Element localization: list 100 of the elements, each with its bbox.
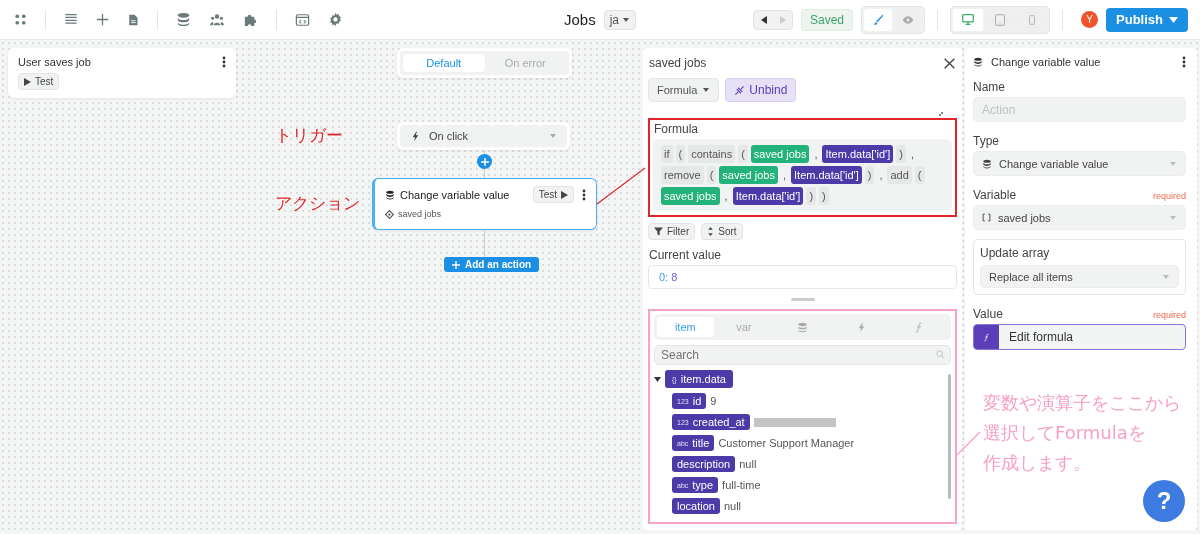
required-label: required — [1152, 191, 1186, 201]
formula-token: ) — [806, 187, 817, 205]
database-icon — [797, 321, 808, 333]
formula-token: Item.data['id'] — [732, 187, 804, 205]
required-label: required — [1152, 310, 1186, 320]
annotation-label: トリガー — [275, 125, 343, 147]
formula-token: , — [878, 168, 884, 183]
help-button[interactable]: ? — [1143, 480, 1185, 522]
formula-token: remove — [661, 166, 704, 184]
binding-mode-dropdown[interactable]: Formula — [648, 78, 720, 102]
branch-tab[interactable]: Default — [403, 54, 485, 72]
expand-toggle[interactable] — [654, 376, 661, 382]
formula-token: Item.data['id'] — [822, 145, 894, 163]
field-value: full-time — [722, 479, 761, 491]
variable-dropdown[interactable]: saved jobs — [973, 205, 1186, 230]
action-card[interactable]: Change variable value Test saved jobs — [372, 178, 597, 230]
play-icon — [561, 190, 568, 199]
formula-label: Formula — [654, 122, 699, 136]
field-label: Variable — [973, 188, 1017, 202]
add-icon — [452, 260, 460, 269]
eye-icon — [901, 13, 916, 26]
action-title: Change variable value — [400, 188, 510, 201]
database-icon — [973, 57, 983, 67]
filter-button[interactable]: Filter — [648, 223, 696, 240]
formula-token: ) — [896, 145, 906, 163]
apps-icon — [14, 13, 27, 26]
panel-title: Change variable value — [991, 56, 1101, 68]
add-icon — [480, 157, 489, 166]
formula-token: add — [887, 166, 912, 184]
database-icon — [176, 12, 191, 27]
more-icon — [1182, 56, 1186, 68]
variable-tag[interactable]: description — [672, 456, 736, 472]
field-label: Value — [973, 307, 1003, 321]
resize-handle[interactable] — [790, 298, 815, 301]
caret-icon — [1169, 214, 1177, 221]
formula-token: , — [723, 189, 729, 204]
phone-icon — [1027, 12, 1038, 27]
update-mode-dropdown[interactable]: Replace all items — [980, 265, 1179, 288]
formula-token: saved jobs — [719, 166, 778, 184]
variable-icon — [385, 209, 394, 219]
caret-icon — [702, 87, 711, 93]
formula-token: ( — [675, 145, 686, 163]
workflow-title: User saves job — [18, 56, 91, 68]
database-icon — [385, 189, 395, 200]
annotation-label: アクション — [275, 193, 360, 215]
tablet-icon — [994, 12, 1007, 27]
forward-icon — [779, 15, 786, 24]
caret-icon — [654, 376, 661, 382]
workflow-card[interactable]: User saves job Test — [8, 48, 236, 98]
formula-token: if — [661, 145, 673, 163]
formula-token: , — [781, 168, 787, 183]
language-dropdown[interactable]: ja — [603, 9, 636, 30]
lightning-icon — [410, 130, 421, 142]
play-icon — [24, 77, 31, 86]
device-tab[interactable] — [953, 8, 984, 31]
array-icon — [982, 213, 991, 222]
brush-icon — [871, 13, 885, 26]
add-icon — [96, 13, 109, 26]
search-field[interactable]: Search — [654, 345, 951, 365]
formula-token: saved jobs — [661, 187, 720, 205]
settings-icon — [328, 12, 343, 27]
edit-mode-tab[interactable] — [864, 8, 893, 31]
edit-formula-button[interactable]: Edit formula — [973, 324, 1186, 350]
formula-token: ( — [914, 166, 925, 184]
formula-token: ( — [738, 145, 748, 163]
variable-tag[interactable]: location — [672, 498, 720, 514]
formula-editor[interactable]: if ( contains ( saved jobs , Item.data['id'] ) , remove ( saved jobs , Item.data['id'] ) , add ( saved jobs , Item.data['id'] ) ) — [653, 139, 952, 211]
users-icon — [209, 12, 225, 27]
test-button[interactable]: Test — [532, 186, 574, 203]
field-value: 9 — [710, 395, 717, 407]
trigger-dropdown[interactable]: On click — [397, 122, 570, 150]
field-value: Customer Support Manager — [718, 437, 855, 449]
formula-token: , — [813, 147, 819, 162]
test-button[interactable]: Test — [18, 73, 60, 90]
caret-icon — [1169, 16, 1178, 23]
formula-token: contains — [688, 145, 736, 163]
more-icon — [222, 56, 226, 68]
field-value: null — [723, 500, 742, 512]
unbind-button[interactable]: Unbind — [725, 78, 797, 102]
function-icon — [982, 332, 991, 342]
close-icon — [944, 57, 955, 69]
formula-token: , — [909, 147, 915, 162]
filter-icon — [654, 227, 663, 236]
formula-token: ) — [819, 187, 829, 205]
back-icon — [760, 15, 767, 24]
annotation-note: 変数や演算子をここから 選択してFormulaを 作成します。 — [983, 391, 1181, 475]
code-icon — [295, 12, 310, 27]
more-icon — [582, 188, 586, 201]
caret-icon — [622, 16, 630, 23]
unlink-icon — [734, 84, 746, 96]
type-dropdown[interactable]: Change variable value — [973, 151, 1186, 176]
formula-token: saved jobs — [750, 145, 810, 163]
add-step-button[interactable] — [477, 154, 492, 169]
panel-title: saved jobs — [649, 56, 707, 70]
page-title: Jobs — [564, 11, 596, 28]
sort-button[interactable]: Sort — [701, 223, 743, 240]
sort-icon — [707, 227, 715, 236]
formula-token: ( — [706, 166, 717, 184]
action-variable: saved jobs — [398, 209, 442, 219]
puzzle-icon — [243, 12, 258, 27]
